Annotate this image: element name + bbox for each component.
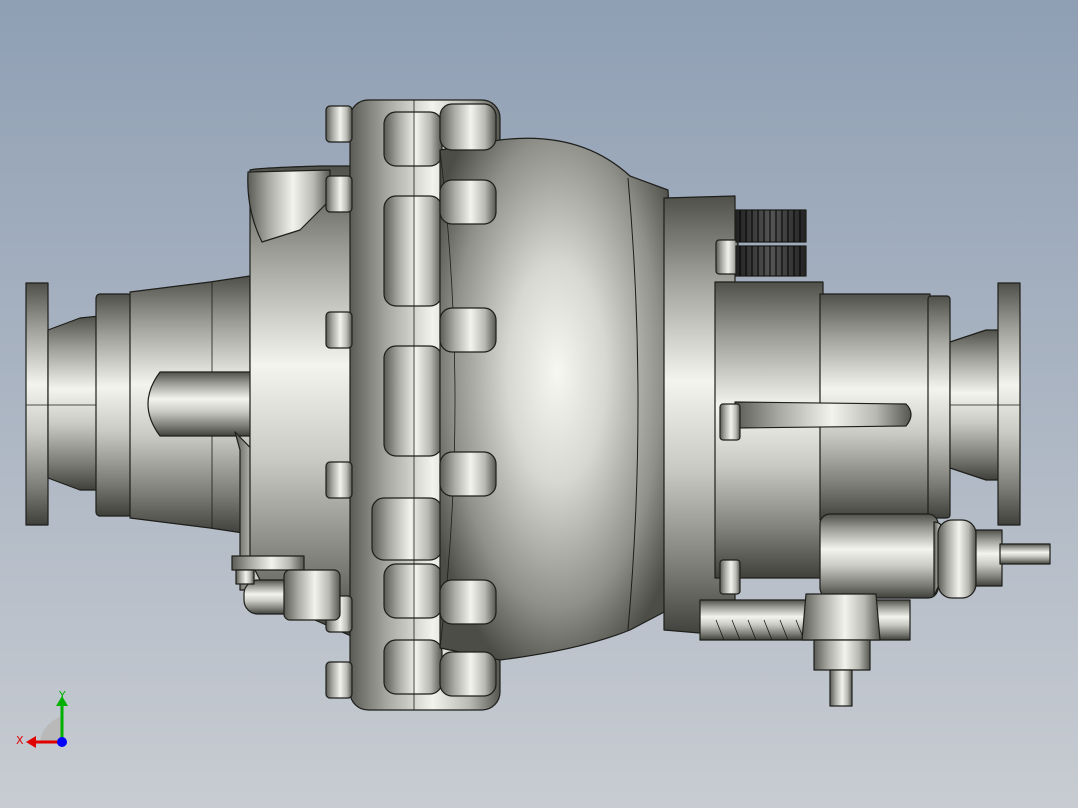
y-axis-label: Y xyxy=(59,689,66,702)
model-scene[interactable] xyxy=(0,0,1078,808)
coordinate-triad: X Y xyxy=(12,684,78,754)
graphics-viewport[interactable]: X Y xyxy=(0,0,1078,808)
x-axis-label: X xyxy=(16,734,24,747)
